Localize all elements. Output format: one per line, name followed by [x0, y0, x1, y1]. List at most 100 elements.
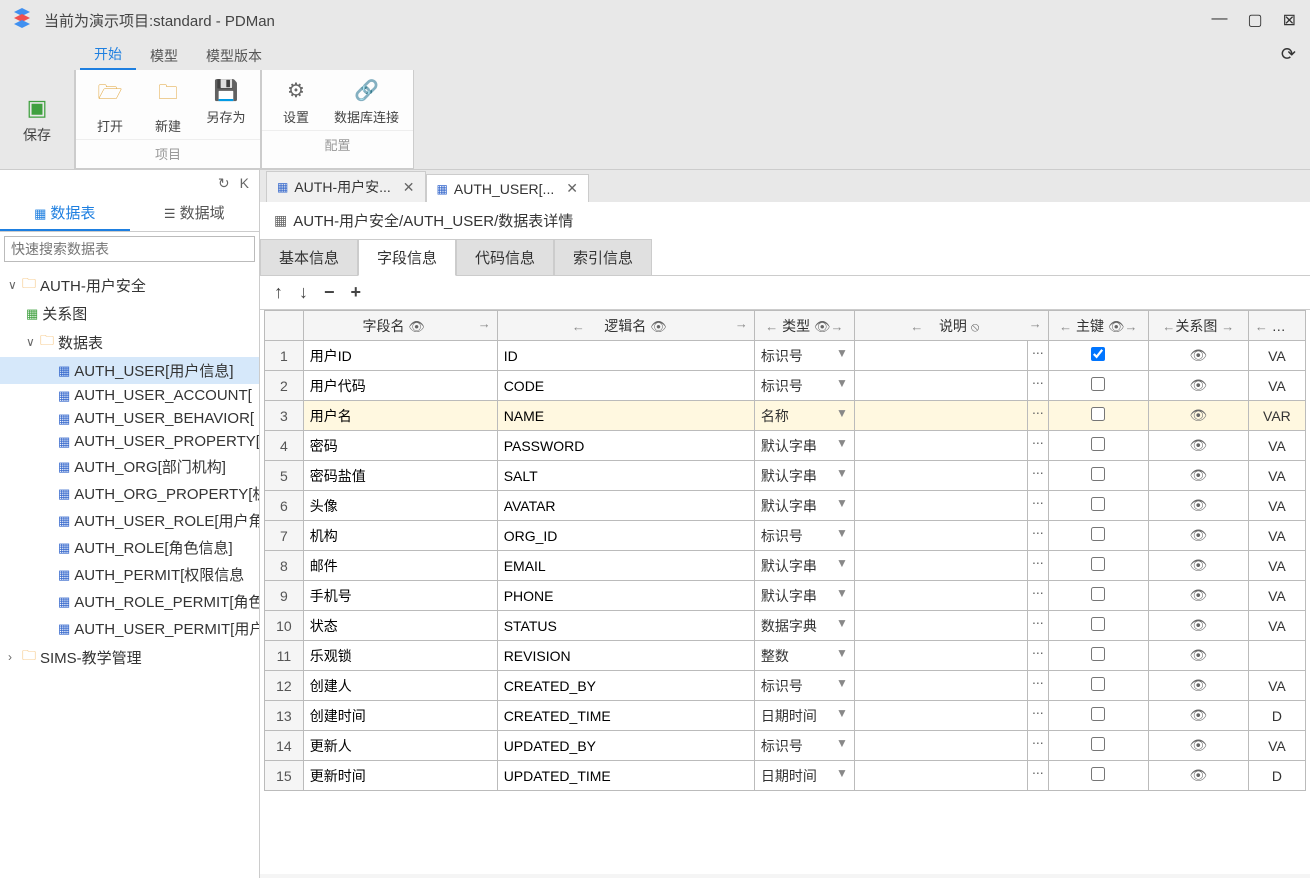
more-icon[interactable]: ...	[1028, 401, 1048, 430]
doctab-2[interactable]: ▦AUTH_USER[...✕	[426, 174, 589, 202]
subtab-basic[interactable]: 基本信息	[260, 239, 358, 275]
subtab-fields[interactable]: 字段信息	[358, 239, 456, 276]
table-row[interactable]: 6默认字串▼...👁VA	[265, 491, 1306, 521]
cell-type[interactable]: 标识号▼	[754, 731, 854, 761]
cell-logic[interactable]	[497, 371, 754, 401]
cell-field[interactable]	[303, 671, 497, 701]
logic-input[interactable]	[504, 768, 748, 784]
cell-desc[interactable]: ...	[854, 581, 1048, 611]
cell-logic[interactable]	[497, 731, 754, 761]
cell-type[interactable]: 标识号▼	[754, 521, 854, 551]
arrow-right-icon[interactable]: →	[1221, 319, 1234, 334]
desc-input[interactable]	[855, 701, 1028, 730]
arrow-right-icon[interactable]: →	[1124, 319, 1137, 334]
cell-field[interactable]	[303, 551, 497, 581]
dropdown-icon[interactable]: ▼	[834, 466, 848, 486]
tree-table-item[interactable]: ▦AUTH_USER[用户信息]	[0, 357, 259, 384]
logic-input[interactable]	[504, 408, 748, 424]
more-icon[interactable]: ...	[1028, 371, 1048, 400]
pk-checkbox[interactable]	[1091, 647, 1105, 661]
cell-logic[interactable]	[497, 431, 754, 461]
tree-table-item[interactable]: ▦AUTH_ORG[部门机构]	[0, 453, 259, 480]
more-icon[interactable]: ...	[1028, 431, 1048, 460]
cell-pk[interactable]	[1048, 701, 1148, 731]
menutab-start[interactable]: 开始	[80, 40, 136, 70]
arrow-right-icon[interactable]: →	[735, 316, 748, 331]
table-row[interactable]: 1标识号▼...👁VA	[265, 341, 1306, 371]
cell-field[interactable]	[303, 461, 497, 491]
col-logic[interactable]: ← 逻辑名 👁 →	[497, 311, 754, 341]
cell-pk[interactable]	[1048, 581, 1148, 611]
desc-input[interactable]	[855, 431, 1028, 460]
cell-logic[interactable]	[497, 701, 754, 731]
cell-field[interactable]	[303, 371, 497, 401]
sidetab-tables[interactable]: ▦数据表	[0, 196, 130, 231]
col-desc[interactable]: ← 说明 ⦸ →	[854, 311, 1048, 341]
logic-input[interactable]	[504, 438, 748, 454]
dropdown-icon[interactable]: ▼	[834, 676, 848, 696]
cell-pk[interactable]	[1048, 761, 1148, 791]
cell-logic[interactable]	[497, 581, 754, 611]
cell-logic[interactable]	[497, 461, 754, 491]
field-input[interactable]	[310, 348, 491, 364]
pk-checkbox[interactable]	[1091, 617, 1105, 631]
field-input[interactable]	[310, 498, 491, 514]
cell-diagram[interactable]: 👁	[1148, 461, 1248, 491]
table-row[interactable]: 11整数▼...👁	[265, 641, 1306, 671]
col-db[interactable]: ← 数据	[1248, 311, 1305, 341]
search-input[interactable]	[4, 236, 255, 262]
cell-pk[interactable]	[1048, 341, 1148, 371]
pk-checkbox[interactable]	[1091, 467, 1105, 481]
table-row[interactable]: 7标识号▼...👁VA	[265, 521, 1306, 551]
tree-table-item[interactable]: ▦AUTH_ORG_PROPERTY[机	[0, 480, 259, 507]
dropdown-icon[interactable]: ▼	[834, 496, 848, 516]
desc-input[interactable]	[855, 461, 1028, 490]
movedown-icon[interactable]: ↓	[299, 282, 308, 303]
table-row[interactable]: 5默认字串▼...👁VA	[265, 461, 1306, 491]
cell-diagram[interactable]: 👁	[1148, 641, 1248, 671]
cell-logic[interactable]	[497, 491, 754, 521]
field-input[interactable]	[310, 588, 491, 604]
field-input[interactable]	[310, 618, 491, 634]
cell-field[interactable]	[303, 641, 497, 671]
dropdown-icon[interactable]: ▼	[834, 616, 848, 636]
cell-pk[interactable]	[1048, 431, 1148, 461]
pk-checkbox[interactable]	[1091, 437, 1105, 451]
cell-pk[interactable]	[1048, 521, 1148, 551]
field-input[interactable]	[310, 528, 491, 544]
cell-field[interactable]	[303, 341, 497, 371]
cell-desc[interactable]: ...	[854, 371, 1048, 401]
cell-type[interactable]: 默认字串▼	[754, 551, 854, 581]
cell-logic[interactable]	[497, 521, 754, 551]
cell-field[interactable]	[303, 731, 497, 761]
cell-logic[interactable]	[497, 341, 754, 371]
menutab-model[interactable]: 模型	[136, 42, 192, 70]
sidetab-domains[interactable]: ☰数据域	[130, 196, 260, 231]
table-row[interactable]: 10数据字典▼...👁VA	[265, 611, 1306, 641]
reload-icon[interactable]: ↻	[218, 175, 230, 192]
cell-logic[interactable]	[497, 551, 754, 581]
cell-diagram[interactable]: 👁	[1148, 341, 1248, 371]
cell-field[interactable]	[303, 761, 497, 791]
arrow-right-icon[interactable]: →	[478, 316, 491, 331]
col-pk[interactable]: ← 主键 👁→	[1048, 311, 1148, 341]
table-row[interactable]: 15日期时间▼...👁D	[265, 761, 1306, 791]
desc-input[interactable]	[855, 341, 1028, 370]
more-icon[interactable]: ...	[1028, 491, 1048, 520]
cell-diagram[interactable]: 👁	[1148, 581, 1248, 611]
field-input[interactable]	[310, 708, 491, 724]
cell-field[interactable]	[303, 581, 497, 611]
pk-checkbox[interactable]	[1091, 737, 1105, 751]
maximize-icon[interactable]: ▢	[1243, 8, 1266, 32]
more-icon[interactable]: ...	[1028, 461, 1048, 490]
close-icon[interactable]: ✕	[566, 180, 578, 197]
tree-module-sims[interactable]: ›🗀SIMS-教学管理	[0, 642, 259, 672]
cell-type[interactable]: 默认字串▼	[754, 431, 854, 461]
cell-diagram[interactable]: 👁	[1148, 491, 1248, 521]
logic-input[interactable]	[504, 468, 748, 484]
cell-logic[interactable]	[497, 401, 754, 431]
dropdown-icon[interactable]: ▼	[834, 526, 848, 546]
cell-type[interactable]: 标识号▼	[754, 341, 854, 371]
dbconn-button[interactable]: 🔗数据库连接	[334, 78, 399, 126]
field-input[interactable]	[310, 558, 491, 574]
